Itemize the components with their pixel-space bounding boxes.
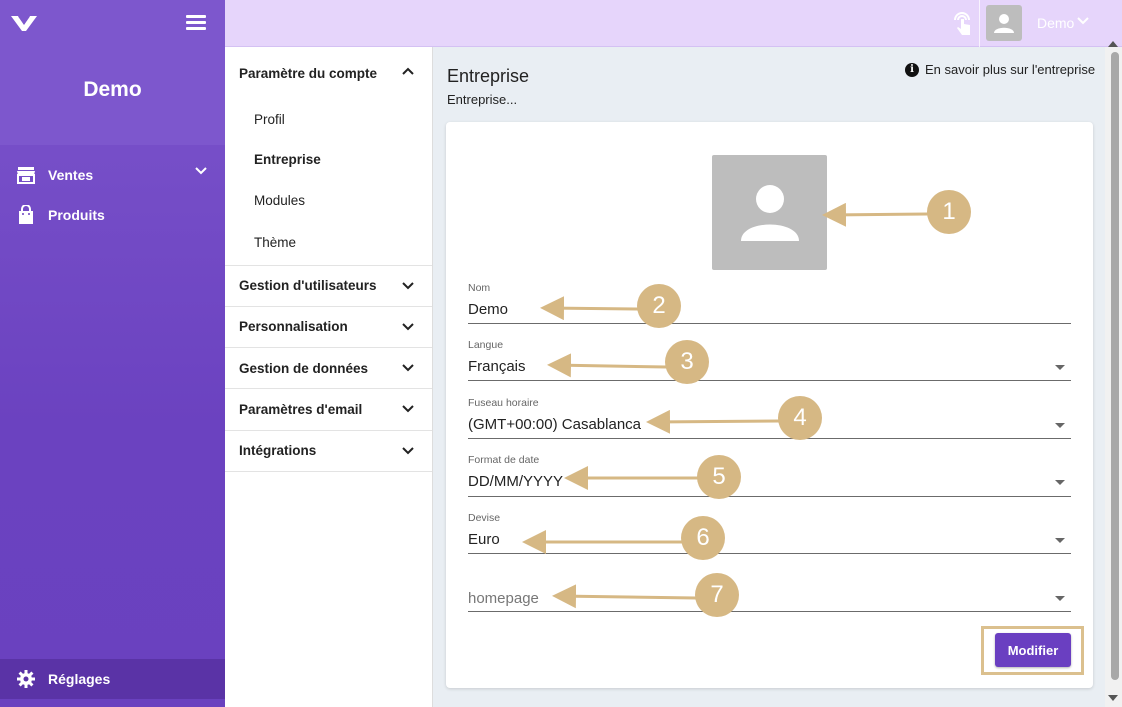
format-date-select[interactable]: Format de date DD/MM/YYYY [468,454,1071,497]
chevron-down-icon [402,446,414,455]
sidebar-item-label: Produits [48,207,105,223]
nav-section-label: Paramètre du compte [239,65,378,81]
nav-item-entreprise[interactable]: Entreprise [225,140,432,181]
nav-section-label: Intégrations [239,443,317,459]
nav-section-integrations[interactable]: Intégrations [225,431,432,472]
dropdown-arrow-icon [1055,423,1065,428]
annotation-badge-7: 7 [695,573,739,617]
chevron-down-icon [195,167,207,175]
nav-section-gestion-utilisateurs[interactable]: Gestion d'utilisateurs [225,266,432,307]
nav-item-theme[interactable]: Thème [225,221,432,266]
info-icon: i [905,62,919,77]
sidebar-item-ventes[interactable]: Ventes [0,155,225,195]
nav-section-gestion-donnees[interactable]: Gestion de données [225,348,432,390]
nav-section-label: Gestion de données [239,360,369,376]
field-value: Demo [468,301,509,318]
modifier-button[interactable]: Modifier [995,633,1071,667]
learn-more-label: En savoir plus sur l'entreprise [925,62,1096,77]
settings-nav: Paramètre du compte Profil Entreprise Mo… [225,47,433,707]
annotation-badge-2: 2 [637,284,681,328]
chevron-down-icon [402,405,414,413]
field-label: Langue [468,339,504,351]
menu-toggle-icon[interactable] [186,15,206,31]
langue-select[interactable]: Langue Français [468,339,1071,381]
field-value: (GMT+00:00) Casablanca [468,416,641,433]
dropdown-arrow-icon [1055,596,1065,601]
nav-section-label: Personnalisation [239,319,348,335]
app-sidebar: Demo Ventes Produits Réglages [0,0,225,707]
field-label: Devise [468,512,501,524]
field-label: Fuseau horaire [468,397,539,409]
field-value: Français [468,358,526,375]
page-subtitle: Entreprise... [447,92,518,107]
nav-section-personnalisation[interactable]: Personnalisation [225,307,432,349]
nav-section-parametre-compte[interactable]: Paramètre du compte [225,47,432,99]
annotation-badge-4: 4 [778,396,822,440]
chevron-down-icon [402,281,414,289]
annotation-badge-3: 3 [665,340,709,384]
field-label: Nom [468,282,491,294]
nav-section-label: Paramètres d'email [239,402,363,418]
fuseau-horaire-select[interactable]: Fuseau horaire (GMT+00:00) Casablanca [468,397,1071,439]
scroll-up-arrow-icon[interactable] [1108,41,1118,47]
sidebar-menu: Ventes Produits [0,155,225,235]
chevron-down-icon [402,364,414,372]
store-icon [16,165,36,185]
gear-icon [17,670,35,688]
field-value: Euro [468,531,500,548]
sidebar-company-name: Demo [83,78,142,101]
sidebar-header: Demo [0,0,225,145]
scrollbar-thumb[interactable] [1111,52,1119,680]
scroll-down-arrow-icon[interactable] [1108,695,1118,701]
shopping-bag-icon [16,205,36,225]
chevron-down-icon [402,323,414,331]
dropdown-arrow-icon [1055,538,1065,543]
sidebar-item-label: Réglages [48,671,111,687]
field-value: DD/MM/YYYY [468,473,564,490]
sidebar-item-reglages[interactable]: Réglages [0,659,225,699]
avatar[interactable] [986,5,1022,41]
page-title: Entreprise [447,66,530,86]
chevron-up-icon [402,67,414,75]
top-bar: Demo [225,0,1122,47]
chevron-down-icon[interactable] [1077,16,1089,26]
dropdown-arrow-icon [1055,480,1065,485]
learn-more-link[interactable]: i En savoir plus sur l'entreprise [905,62,1095,77]
homepage-select[interactable]: homepage [468,585,1071,612]
sidebar-item-produits[interactable]: Produits [0,195,225,235]
user-menu-name[interactable]: Demo [1037,15,1074,31]
topbar-divider [979,0,980,47]
devise-select[interactable]: Devise Euro [468,512,1071,554]
field-label: Format de date [468,454,540,466]
nav-item-modules[interactable]: Modules [225,180,432,221]
annotation-badge-5: 5 [697,455,741,499]
field-placeholder: homepage [468,590,539,607]
user-placeholder-icon [740,184,799,241]
sidebar-item-label: Ventes [48,167,94,183]
annotation-badge-6: 6 [681,516,725,560]
app-logo-icon[interactable] [10,12,38,34]
nav-section-label: Gestion d'utilisateurs [239,278,377,294]
user-icon [994,14,1014,33]
touch-mode-icon[interactable] [949,11,975,37]
nom-field[interactable]: Nom Demo [468,282,1071,324]
company-logo-upload[interactable] [712,155,827,270]
annotation-badge-1: 1 [927,190,971,234]
nav-section-parametres-email[interactable]: Paramètres d'email [225,389,432,431]
nav-item-profil[interactable]: Profil [225,99,432,140]
dropdown-arrow-icon [1055,365,1065,370]
